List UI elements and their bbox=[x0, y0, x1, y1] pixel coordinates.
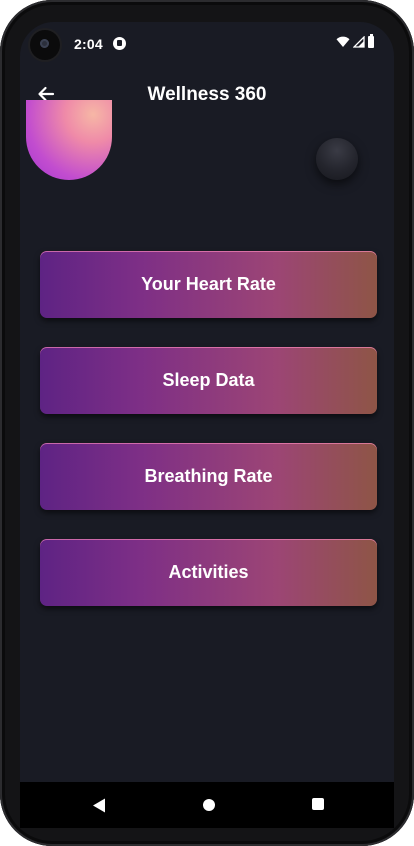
heart-rate-button[interactable]: Your Heart Rate bbox=[40, 251, 377, 318]
breathing-rate-button[interactable]: Breathing Rate bbox=[40, 443, 377, 510]
wellness-menu: Your Heart Rate Sleep Data Breathing Rat… bbox=[40, 251, 377, 635]
wifi-icon bbox=[336, 36, 350, 47]
battery-icon bbox=[368, 34, 374, 48]
activities-button[interactable]: Activities bbox=[40, 539, 377, 606]
decorative-dark-orb bbox=[316, 138, 358, 180]
device-frame: 2:04 Wellness 360 Your Heart Rate Sleep … bbox=[0, 0, 414, 846]
recents-square-icon[interactable] bbox=[312, 798, 324, 810]
system-nav-bar bbox=[20, 782, 394, 828]
breathing-rate-button-label: Breathing Rate bbox=[144, 466, 273, 486]
heart-rate-button-label: Your Heart Rate bbox=[141, 274, 276, 294]
back-triangle-icon[interactable] bbox=[92, 798, 106, 813]
screen: 2:04 Wellness 360 Your Heart Rate Sleep … bbox=[20, 22, 394, 828]
signal-icon bbox=[353, 36, 365, 48]
sleep-data-button[interactable]: Sleep Data bbox=[40, 347, 377, 414]
decorative-pink-orb bbox=[26, 100, 112, 180]
status-icons bbox=[336, 34, 374, 48]
home-circle-icon[interactable] bbox=[203, 799, 215, 811]
camera-cutout bbox=[30, 30, 60, 60]
sleep-data-button-label: Sleep Data bbox=[162, 370, 255, 390]
status-bar: 2:04 bbox=[20, 22, 394, 66]
activities-button-label: Activities bbox=[168, 562, 249, 582]
app-notification-icon bbox=[113, 37, 126, 50]
status-time: 2:04 bbox=[74, 36, 103, 52]
